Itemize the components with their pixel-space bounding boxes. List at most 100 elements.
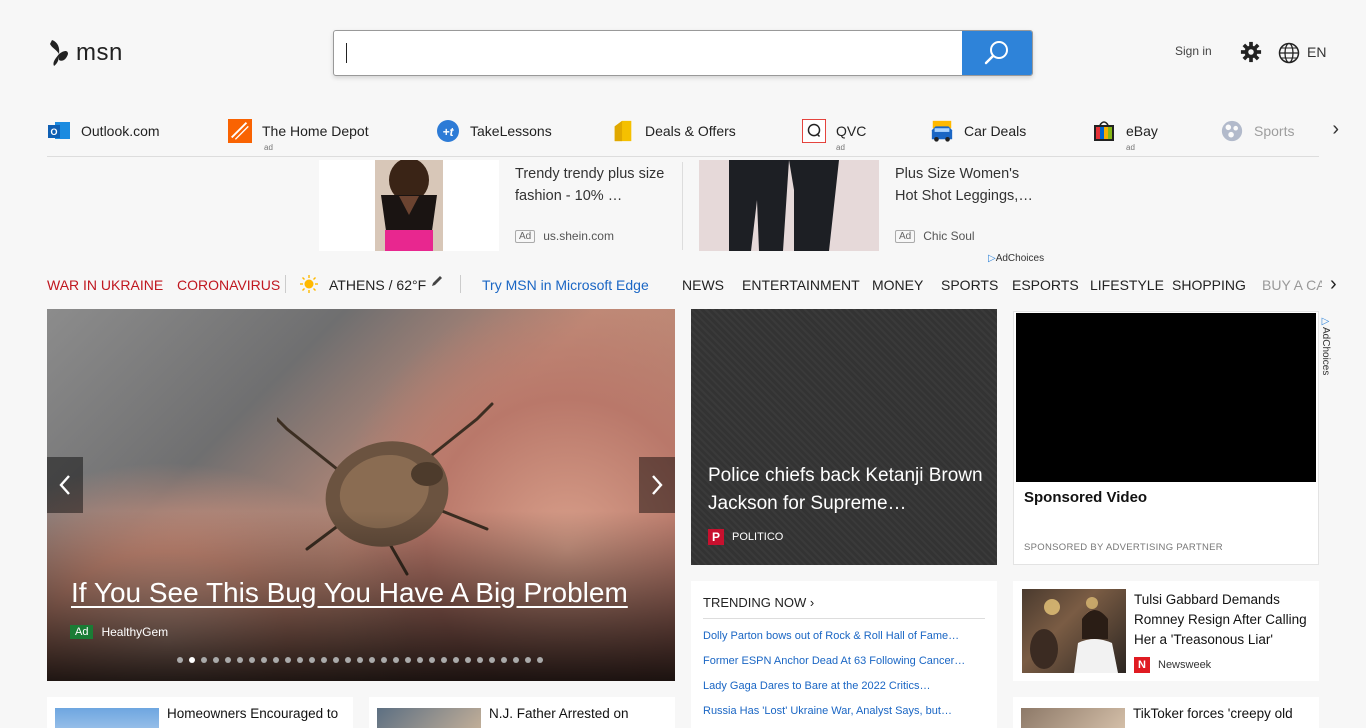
trending-item[interactable]: Russia Has 'Lost' Ukraine War, Analyst S…: [703, 705, 952, 717]
carousel-dot[interactable]: [417, 657, 423, 663]
carousel-dot[interactable]: [189, 657, 195, 663]
carousel-dot[interactable]: [369, 657, 375, 663]
shortcut-car-deals[interactable]: Car Deals: [930, 116, 1026, 146]
news-card-newsweek[interactable]: Tulsi Gabbard Demands Romney Resign Afte…: [1013, 581, 1319, 681]
chevron-right-icon[interactable]: ›: [1332, 118, 1339, 141]
shortcut-ebay[interactable]: eBay ad: [1092, 116, 1158, 152]
search-icon: [984, 41, 1008, 65]
nav-coronavirus[interactable]: CORONAVIRUS: [177, 277, 280, 293]
ad-title: Trendy trendy plus size fashion - 10% …: [515, 166, 665, 204]
news-card[interactable]: Homeowners Encouraged to: [47, 697, 353, 728]
carousel-dot[interactable]: [249, 657, 255, 663]
carousel-dot[interactable]: [513, 657, 519, 663]
carousel-dot[interactable]: [465, 657, 471, 663]
hero-title[interactable]: If You See This Bug You Have A Big Probl…: [71, 577, 628, 609]
nav-news[interactable]: NEWS: [682, 277, 724, 293]
ad-image: [319, 160, 499, 251]
carousel-dot[interactable]: [477, 657, 483, 663]
nav-divider: [460, 275, 461, 293]
carousel-dot[interactable]: [273, 657, 279, 663]
video-player[interactable]: [1016, 313, 1316, 482]
takelessons-icon: +t: [436, 119, 460, 143]
svg-text:+t: +t: [442, 125, 454, 139]
carousel-dot[interactable]: [321, 657, 327, 663]
nav-shopping[interactable]: SHOPPING: [1172, 277, 1246, 293]
sign-in-link[interactable]: Sign in: [1175, 44, 1212, 58]
nav-entertainment[interactable]: ENTERTAINMENT: [742, 277, 860, 293]
nav-buy-a-car[interactable]: BUY A CA: [1262, 277, 1322, 293]
sponsored-video-card[interactable]: Sponsored Video SPONSORED BY ADVERTISING…: [1013, 311, 1319, 565]
nav-money[interactable]: MONEY: [872, 277, 923, 293]
search-button[interactable]: [962, 31, 1032, 75]
pencil-icon[interactable]: [430, 274, 444, 291]
search-input[interactable]: [334, 31, 962, 75]
carousel-dot[interactable]: [237, 657, 243, 663]
hero-carousel[interactable]: If You See This Bug You Have A Big Probl…: [47, 309, 675, 681]
carousel-dot[interactable]: [285, 657, 291, 663]
category-nav: WAR IN UKRAINE CORONAVIRUS ATHENS / 62°F…: [47, 271, 1337, 299]
card-image: [377, 708, 481, 728]
shortcut-home-depot[interactable]: The Home Depot ad: [228, 116, 369, 152]
shortcut-outlook[interactable]: O Outlook.com: [47, 116, 160, 146]
ebay-icon: [1092, 119, 1116, 143]
adchoices-link[interactable]: ▷AdChoices: [1320, 316, 1331, 375]
carousel-dot[interactable]: [393, 657, 399, 663]
news-card-politico[interactable]: Police chiefs back Ketanji Brown Jackson…: [691, 309, 997, 565]
butterfly-icon: [50, 40, 68, 66]
carousel-dot[interactable]: [297, 657, 303, 663]
chevron-right-icon: [652, 475, 663, 495]
carousel-dot[interactable]: [453, 657, 459, 663]
adchoices-link[interactable]: ▷AdChoices: [988, 253, 1044, 264]
chevron-right-icon[interactable]: ›: [1330, 273, 1337, 296]
carousel-dot[interactable]: [537, 657, 543, 663]
carousel-dot[interactable]: [213, 657, 219, 663]
shortcut-sports[interactable]: Sports: [1220, 116, 1294, 146]
nav-lifestyle[interactable]: LIFESTYLE: [1090, 277, 1164, 293]
carousel-dot[interactable]: [441, 657, 447, 663]
carousel-dot[interactable]: [333, 657, 339, 663]
carousel-dot[interactable]: [501, 657, 507, 663]
carousel-dot[interactable]: [177, 657, 183, 663]
trending-item[interactable]: Lady Gaga Dares to Bare at the 2022 Crit…: [703, 680, 930, 692]
trending-heading[interactable]: TRENDING NOW ›: [703, 595, 814, 610]
carousel-dot[interactable]: [261, 657, 267, 663]
carousel-dot[interactable]: [381, 657, 387, 663]
news-card[interactable]: TikToker forces 'creepy old: [1013, 697, 1319, 728]
carousel-dot[interactable]: [405, 657, 411, 663]
news-card[interactable]: N.J. Father Arrested on: [369, 697, 675, 728]
shortcut-takelessons[interactable]: +t TakeLessons: [436, 116, 552, 146]
carousel-dot[interactable]: [525, 657, 531, 663]
carousel-next-button[interactable]: [639, 457, 675, 513]
nav-war-in-ukraine[interactable]: WAR IN UKRAINE: [47, 277, 163, 293]
carousel-prev-button[interactable]: [47, 457, 83, 513]
msn-logo[interactable]: msn: [48, 38, 123, 68]
ad-divider: [682, 162, 683, 250]
qvc-icon: [802, 119, 826, 143]
carousel-dot[interactable]: [201, 657, 207, 663]
shortcut-deals[interactable]: Deals & Offers: [611, 116, 736, 146]
shortcut-bar: O Outlook.com The Home Depot ad +t TakeL…: [47, 112, 1339, 157]
globe-icon[interactable]: [1278, 42, 1300, 64]
carousel-dot[interactable]: [225, 657, 231, 663]
nav-weather[interactable]: ATHENS / 62°F: [329, 277, 426, 293]
nav-try-edge[interactable]: Try MSN in Microsoft Edge: [482, 277, 649, 293]
shortcut-qvc[interactable]: QVC ad: [802, 116, 866, 152]
carousel-dot[interactable]: [309, 657, 315, 663]
card-source: Newsweek: [1158, 659, 1212, 671]
video-partner: SPONSORED BY ADVERTISING PARTNER: [1024, 542, 1223, 553]
ad-row: Trendy trendy plus size fashion - 10% … …: [319, 160, 1049, 252]
ad-card-shein[interactable]: Trendy trendy plus size fashion - 10% … …: [319, 160, 665, 251]
carousel-dot[interactable]: [357, 657, 363, 663]
gear-icon[interactable]: [1240, 41, 1262, 63]
language-selector[interactable]: EN: [1307, 44, 1326, 60]
text-caret: [346, 43, 347, 63]
trending-item[interactable]: Dolly Parton bows out of Rock & Roll Hal…: [703, 630, 959, 642]
nav-esports[interactable]: ESPORTS: [1012, 277, 1079, 293]
carousel-dot[interactable]: [345, 657, 351, 663]
card-title: Police chiefs back Ketanji Brown Jackson…: [708, 465, 983, 514]
ad-card-chicsoul[interactable]: Plus Size Women's Hot Shot Leggings,… Ad…: [699, 160, 1045, 251]
carousel-dot[interactable]: [489, 657, 495, 663]
trending-item[interactable]: Former ESPN Anchor Dead At 63 Following …: [703, 655, 965, 667]
nav-sports[interactable]: SPORTS: [941, 277, 998, 293]
carousel-dot[interactable]: [429, 657, 435, 663]
